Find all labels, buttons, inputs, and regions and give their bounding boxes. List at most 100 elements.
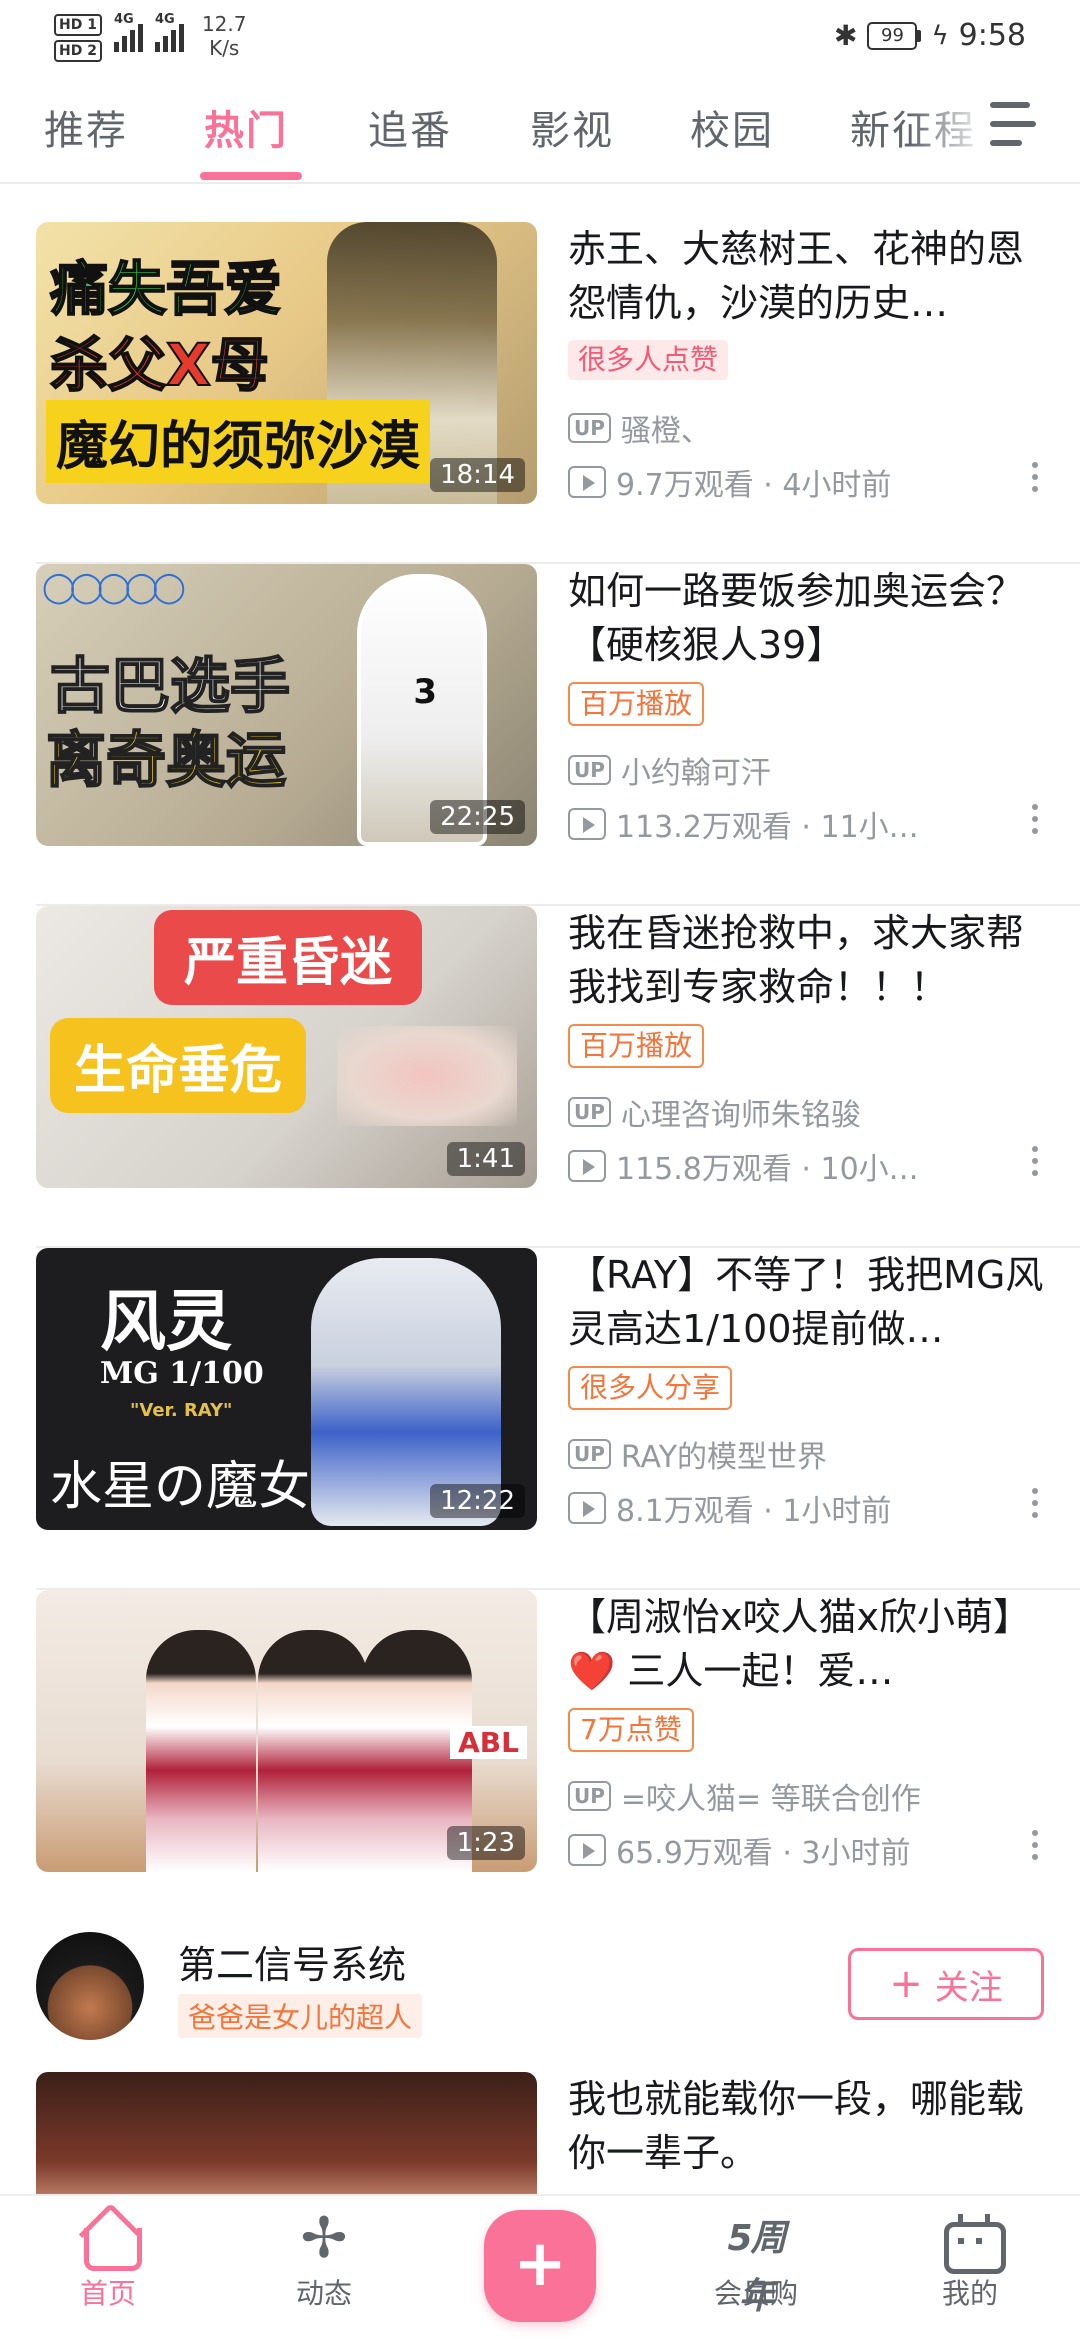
- nav-home[interactable]: 首页: [38, 2210, 178, 2312]
- publish-button[interactable]: +: [484, 2210, 596, 2322]
- video-badge: 很多人分享: [568, 1366, 733, 1410]
- video-feed: 痛失吾爱 杀父X母 魔幻的须弥沙漠 18:14 赤王、大慈树王、花神的恩怨情仇，…: [0, 222, 1080, 1932]
- video-thumbnail[interactable]: 严重昏迷 生命垂危 1:41: [36, 906, 537, 1188]
- tab-recommend[interactable]: 推荐: [44, 98, 128, 156]
- olympic-rings-icon: ◯◯◯◯◯: [42, 570, 186, 605]
- more-options-icon[interactable]: [1032, 1488, 1038, 1518]
- thumbnail-text: "Ver. RAY": [130, 1400, 233, 1421]
- thumbnail-text: 魔幻的须弥沙漠: [46, 400, 431, 483]
- tv-icon: [940, 2210, 1006, 2274]
- video-info: 【RAY】不等了！我把MG风灵高达1/100提前做… 很多人分享 UP RAY的…: [568, 1248, 1048, 1530]
- uploader-row[interactable]: UP 骚橙、: [568, 406, 711, 450]
- thumbnail-text: 杀父X母: [49, 330, 270, 400]
- more-options-icon[interactable]: [1032, 462, 1038, 492]
- video-thumbnail[interactable]: 风灵 MG 1/100 "Ver. RAY" 水星の魔女 12:22: [36, 1248, 537, 1530]
- video-duration: 18:14: [430, 458, 525, 492]
- dancer-figure: [258, 1630, 368, 1872]
- view-count: 115.8万观看 · 10小…: [616, 1152, 919, 1187]
- video-title[interactable]: 我在昏迷抢救中，求大家帮我找到专家救命！！！: [568, 906, 1048, 1014]
- video-badge: 百万播放: [568, 1024, 705, 1068]
- bottom-navigation: 首页 ✢ 动态 + 5周年 会员购 我的: [0, 2194, 1080, 2340]
- video-info: 赤王、大慈树王、花神的恩怨情仇，沙漠的历史… 很多人点赞 UP 骚橙、 9.7万…: [568, 222, 1048, 504]
- more-options-icon[interactable]: [1032, 1146, 1038, 1176]
- uploader-row[interactable]: UP =咬人猫= 等联合创作: [568, 1774, 921, 1818]
- tab-campus[interactable]: 校园: [690, 98, 774, 156]
- video-card[interactable]: 痛失吾爱 杀父X母 魔幻的须弥沙漠 18:14 赤王、大慈树王、花神的恩怨情仇，…: [0, 222, 1080, 564]
- video-thumbnail[interactable]: ◯◯◯◯◯ 3 古巴选手 离奇奥运 22:25: [36, 564, 537, 846]
- video-card[interactable]: 风灵 MG 1/100 "Ver. RAY" 水星の魔女 12:22 【RAY】…: [0, 1248, 1080, 1590]
- anniversary-icon: 5周年: [727, 2218, 786, 2317]
- video-title[interactable]: 【周淑怡x咬人猫x欣小萌】❤️ 三人一起！爱…: [568, 1590, 1048, 1698]
- more-options-icon[interactable]: [1032, 804, 1038, 834]
- bluetooth-icon: ✱: [834, 19, 858, 52]
- status-right: ✱ 99 ϟ 9:58: [834, 18, 1026, 53]
- play-count-icon: [568, 1492, 606, 1524]
- hd-indicators: HD 1 HD 2: [54, 14, 102, 62]
- up-icon: UP: [568, 1097, 611, 1127]
- uploader-name[interactable]: 第二信号系统: [178, 1934, 406, 1989]
- nav-vip-shop[interactable]: 5周年 会员购: [686, 2210, 826, 2317]
- video-info: 【周淑怡x咬人猫x欣小萌】❤️ 三人一起！爱… 7万点赞 UP =咬人猫= 等联…: [568, 1590, 1048, 1872]
- tab-movies[interactable]: 影视: [530, 98, 614, 156]
- nav-mine[interactable]: 我的: [900, 2210, 1040, 2312]
- charging-icon: ϟ: [931, 20, 949, 51]
- video-card[interactable]: ◯◯◯◯◯ 3 古巴选手 离奇奥运 22:25 如何一路要饭参加奥运会？【硬核狠…: [0, 564, 1080, 906]
- video-duration: 22:25: [430, 800, 525, 834]
- tab-anime[interactable]: 追番: [368, 98, 452, 156]
- views-row: 9.7万观看 · 4小时前: [568, 460, 1048, 504]
- video-card[interactable]: ABL 1:23 【周淑怡x咬人猫x欣小萌】❤️ 三人一起！爱… 7万点赞 UP…: [0, 1590, 1080, 1932]
- status-left: HD 1 HD 2 4G 4G 12.7 K/s: [54, 12, 246, 62]
- video-thumbnail[interactable]: 痛失吾爱 杀父X母 魔幻的须弥沙漠 18:14: [36, 222, 537, 504]
- play-count-icon: [568, 466, 606, 498]
- pinwheel-icon: ✢: [300, 2206, 348, 2271]
- video-info: 我在昏迷抢救中，求大家帮我找到专家救命！！！ 百万播放 UP 心理咨询师朱铭骏 …: [568, 906, 1048, 1188]
- nav-home-label: 首页: [79, 2277, 136, 2310]
- views-row: 115.8万观看 · 10小…: [568, 1144, 1048, 1188]
- views-row: 113.2万观看 · 11小…: [568, 802, 1048, 846]
- tab-hot[interactable]: 热门: [204, 98, 288, 156]
- uploader-name: 骚橙、: [620, 414, 711, 449]
- tab-fade: [910, 80, 990, 170]
- hospital-bed-image: [337, 1026, 517, 1126]
- menu-icon[interactable]: [990, 102, 1036, 146]
- video-card[interactable]: 严重昏迷 生命垂危 1:41 我在昏迷抢救中，求大家帮我找到专家救命！！！ 百万…: [0, 906, 1080, 1248]
- thumbnail-text: 生命垂危: [50, 1018, 307, 1113]
- up-icon: UP: [568, 755, 611, 785]
- uploader-row[interactable]: UP RAY的模型世界: [568, 1432, 827, 1476]
- nav-dynamic[interactable]: ✢ 动态: [254, 2210, 394, 2312]
- thumbnail-text: 3: [413, 672, 437, 712]
- clock: 9:58: [958, 18, 1026, 53]
- uploader-row[interactable]: UP 心理咨询师朱铭骏: [568, 1090, 861, 1134]
- video-badge: 百万播放: [568, 682, 705, 726]
- video-title[interactable]: 如何一路要饭参加奥运会？【硬核狠人39】: [568, 564, 1048, 672]
- thumbnail-text: MG 1/100: [100, 1356, 264, 1391]
- video-duration: 1:23: [446, 1826, 525, 1860]
- view-count: 113.2万观看 · 11小…: [616, 810, 919, 845]
- video-duration: 1:41: [446, 1142, 525, 1176]
- play-count-icon: [568, 1834, 606, 1866]
- divider: [0, 182, 1080, 184]
- network-type-1: 4G: [113, 12, 134, 27]
- uploader-name: =咬人猫= 等联合创作: [620, 1782, 921, 1817]
- thumbnail-text: 风灵: [100, 1282, 232, 1360]
- thumbnail-text: ABL: [450, 1726, 527, 1759]
- network-speed: 12.7 K/s: [202, 12, 247, 60]
- views-row: 65.9万观看 · 3小时前: [568, 1828, 1048, 1872]
- video-thumbnail[interactable]: ABL 1:23: [36, 1590, 537, 1872]
- view-count: 65.9万观看 · 3小时前: [616, 1836, 911, 1871]
- video-duration: 12:22: [430, 1484, 525, 1518]
- uploader-name: RAY的模型世界: [620, 1440, 828, 1475]
- video-title[interactable]: 我也就能载你一段，哪能载你一辈子。: [568, 2072, 1048, 2180]
- home-icon: [78, 2210, 142, 2271]
- video-title[interactable]: 赤王、大慈树王、花神的恩怨情仇，沙漠的历史…: [568, 222, 1048, 330]
- avatar[interactable]: [36, 1932, 144, 2040]
- uploader-name: 心理咨询师朱铭骏: [620, 1098, 861, 1133]
- play-count-icon: [568, 808, 606, 840]
- thumbnail-text: 水星の魔女: [50, 1457, 311, 1517]
- uploader-row[interactable]: UP 小约翰可汗: [568, 748, 771, 792]
- hd2-tag: HD 2: [54, 40, 102, 62]
- more-options-icon[interactable]: [1032, 1830, 1038, 1860]
- thumbnail-text: 离奇奥运: [45, 725, 287, 797]
- video-title[interactable]: 【RAY】不等了！我把MG风灵高达1/100提前做…: [568, 1248, 1048, 1356]
- follow-button[interactable]: + 关注: [848, 1948, 1044, 2020]
